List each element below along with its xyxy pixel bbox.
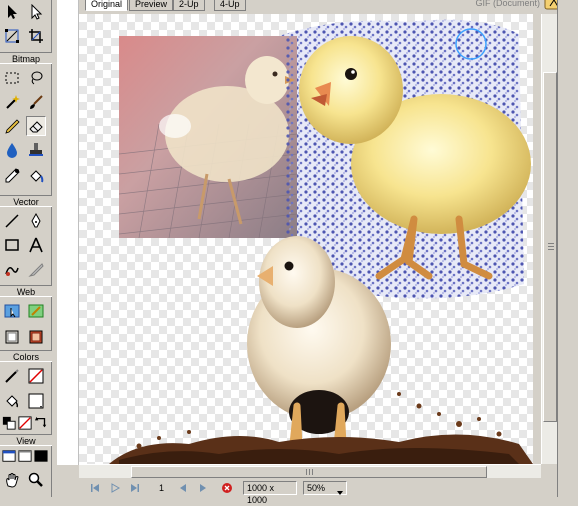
tool-row	[0, 364, 52, 388]
section-label-colors: Colors	[0, 350, 52, 362]
zoom-icon[interactable]	[26, 470, 46, 490]
swap-colors-icon[interactable]	[34, 416, 48, 430]
tool-row	[0, 299, 52, 323]
tool-row	[0, 0, 52, 24]
tab-original[interactable]: Original	[85, 0, 129, 11]
pencil-icon[interactable]	[2, 116, 22, 136]
stop-icon[interactable]	[221, 482, 233, 494]
magic-wand-icon[interactable]	[2, 92, 22, 112]
brush-icon[interactable]	[26, 92, 46, 112]
zoom-level-value: 50%	[307, 483, 326, 493]
eraser-icon[interactable]	[26, 116, 46, 136]
tab-preview[interactable]: Preview	[129, 0, 174, 11]
eyedropper-icon[interactable]	[2, 166, 22, 186]
zoom-level-select[interactable]: 50%	[303, 481, 347, 495]
tool-row	[0, 164, 52, 188]
horizontal-scroll-thumb[interactable]	[131, 466, 487, 478]
tools-panel: Bitmap Vector Web Colors View	[0, 0, 52, 497]
scale-icon[interactable]	[2, 26, 22, 46]
show-slices-icon[interactable]	[26, 327, 46, 347]
last-frame-icon[interactable]	[129, 482, 141, 494]
paint-bucket-icon[interactable]	[26, 166, 46, 186]
tool-row	[0, 138, 52, 162]
tool-row	[0, 468, 52, 492]
tab-4-up[interactable]: 4-Up	[214, 0, 246, 11]
view-tabs: Original Preview 2-Up 4-Up GIF (Document…	[57, 0, 578, 12]
document-canvas[interactable]	[79, 14, 533, 464]
tool-row	[0, 24, 52, 48]
pointer-icon[interactable]	[2, 2, 22, 22]
text-icon[interactable]	[26, 235, 46, 255]
section-label-view: View	[0, 434, 52, 446]
document-window: Original Preview 2-Up 4-Up GIF (Document…	[57, 0, 578, 505]
rubber-stamp-icon[interactable]	[26, 140, 46, 160]
slice-icon[interactable]	[26, 301, 46, 321]
previous-frame-icon[interactable]	[177, 482, 189, 494]
canvas-margin	[57, 0, 79, 465]
vertical-scroll-thumb[interactable]	[543, 72, 557, 422]
tool-row	[0, 114, 52, 138]
tool-row	[0, 412, 52, 436]
line-icon[interactable]	[2, 211, 22, 231]
tool-row	[0, 66, 52, 90]
lasso-icon[interactable]	[26, 68, 46, 88]
marquee-icon[interactable]	[2, 68, 22, 88]
standard-screen-mode-icon[interactable]	[2, 448, 16, 464]
crop-icon[interactable]	[26, 26, 46, 46]
subselect-icon[interactable]	[26, 2, 46, 22]
horizontal-scrollbar[interactable]	[79, 464, 541, 478]
default-colors-icon[interactable]	[2, 416, 16, 430]
vertical-scrollbar[interactable]	[541, 14, 557, 464]
tool-row	[0, 90, 52, 114]
tool-row	[0, 233, 52, 257]
hide-slices-icon[interactable]	[2, 327, 22, 347]
next-frame-icon[interactable]	[197, 482, 209, 494]
full-screen-mode-icon[interactable]	[34, 448, 48, 464]
stroke-color-icon[interactable]	[2, 366, 22, 386]
first-frame-icon[interactable]	[89, 482, 101, 494]
tab-2-up[interactable]: 2-Up	[173, 0, 205, 11]
tool-row	[0, 446, 52, 470]
export-format-label: GIF (Document)	[475, 0, 540, 8]
play-icon[interactable]	[109, 482, 121, 494]
tool-row	[0, 389, 52, 413]
section-label-vector: Vector	[0, 195, 52, 207]
fill-color-swatch[interactable]	[26, 391, 46, 411]
hand-icon[interactable]	[2, 470, 22, 490]
no-color-icon[interactable]	[18, 416, 32, 430]
rectangle-icon[interactable]	[2, 235, 22, 255]
window-right-edge	[557, 0, 578, 497]
tool-row	[0, 258, 52, 282]
canvas-artwork	[109, 19, 533, 464]
stroke-color-swatch[interactable]	[26, 366, 46, 386]
frame-number: 1	[159, 483, 165, 493]
chevron-down-icon	[337, 486, 343, 498]
pen-icon[interactable]	[26, 211, 46, 231]
tool-row	[0, 325, 52, 349]
hotspot-icon[interactable]	[2, 301, 22, 321]
freeform-icon[interactable]	[2, 260, 22, 280]
canvas-size-readout: 1000 x 1000	[243, 481, 297, 505]
tool-row	[0, 209, 52, 233]
section-label-bitmap: Bitmap	[0, 52, 52, 64]
blur-icon[interactable]	[2, 140, 22, 160]
photo-chick-on-grid	[118, 36, 298, 239]
status-bar: 1 1000 x 1000 50%	[79, 479, 557, 505]
knife-icon[interactable]	[26, 260, 46, 280]
full-screen-menu-mode-icon[interactable]	[18, 448, 32, 464]
section-label-web: Web	[0, 285, 52, 297]
fill-color-icon[interactable]	[2, 391, 22, 411]
